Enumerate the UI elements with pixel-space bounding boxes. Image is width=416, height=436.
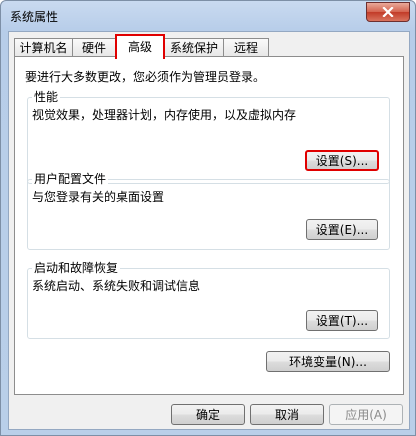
window-title: 系统属性: [10, 10, 59, 24]
close-button[interactable]: [366, 2, 410, 22]
startup-recovery-description: 系统启动、系统失败和调试信息: [32, 279, 201, 293]
startup-recovery-settings-button[interactable]: 设置(T)...: [306, 310, 378, 331]
advanced-tab-panel: 要进行大多数更改，您必须作为管理员登录。 性能 视觉效果，处理器计划，内存使用，…: [14, 56, 404, 395]
tab-computer-name[interactable]: 计算机名: [14, 38, 73, 57]
performance-description: 视觉效果，处理器计划，内存使用，以及虚拟内存: [32, 108, 297, 122]
user-profiles-group: 用户配置文件 与您登录有关的桌面设置 设置(E)...: [27, 171, 390, 250]
ok-button[interactable]: 确定: [171, 404, 245, 425]
tab-advanced[interactable]: 高级: [115, 34, 165, 59]
startup-recovery-group: 启动和故障恢复 系统启动、系统失败和调试信息 设置(T)...: [27, 260, 390, 339]
startup-recovery-title: 启动和故障恢复: [32, 260, 121, 276]
performance-settings-button[interactable]: 设置(S)...: [305, 150, 379, 171]
admin-note: 要进行大多数更改，您必须作为管理员登录。: [25, 70, 266, 84]
cancel-button[interactable]: 取消: [250, 404, 324, 425]
performance-title: 性能: [32, 89, 61, 105]
user-profiles-description: 与您登录有关的桌面设置: [32, 190, 165, 204]
dialog-client-area: 计算机名 硬件 高级 系统保护 远程 要进行大多数更改，您必须作为管理员登录。 …: [8, 31, 410, 430]
user-profiles-title: 用户配置文件: [32, 171, 109, 187]
tab-system-protection[interactable]: 系统保护: [164, 38, 224, 57]
tab-hardware[interactable]: 硬件: [72, 38, 116, 57]
tab-remote[interactable]: 远程: [223, 38, 269, 57]
user-profiles-settings-button[interactable]: 设置(E)...: [306, 219, 378, 240]
title-bar[interactable]: 系统属性: [1, 1, 415, 31]
apply-button[interactable]: 应用(A): [329, 404, 403, 425]
system-properties-window: 系统属性 计算机名 硬件 高级 系统保护 远程 要进行大多数更改，您必须作为管理…: [0, 0, 416, 436]
close-icon: [382, 7, 394, 17]
environment-variables-button[interactable]: 环境变量(N)...: [266, 351, 390, 372]
